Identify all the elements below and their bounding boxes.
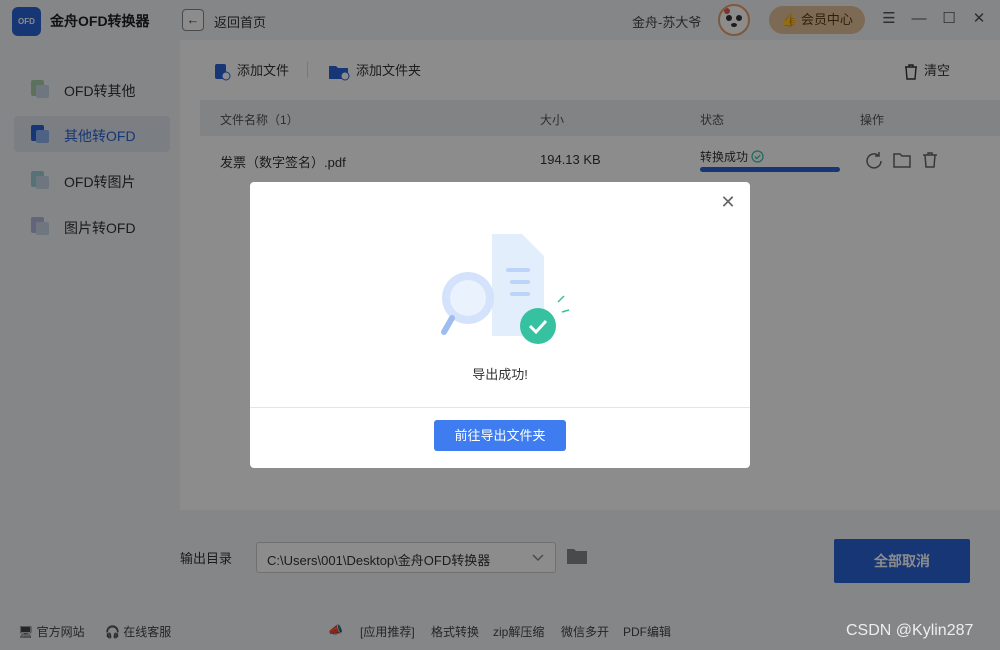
export-success-illustration <box>441 234 570 344</box>
close-icon[interactable]: ✕ <box>718 192 738 212</box>
open-export-folder-button[interactable]: 前往导出文件夹 <box>434 420 566 451</box>
success-message: 导出成功! <box>472 367 528 382</box>
watermark: CSDN @Kylin287 <box>846 622 974 639</box>
export-success-dialog: ✕ 导出成功! 前往导出文件夹 <box>250 182 750 468</box>
dialog-divider <box>250 407 750 408</box>
